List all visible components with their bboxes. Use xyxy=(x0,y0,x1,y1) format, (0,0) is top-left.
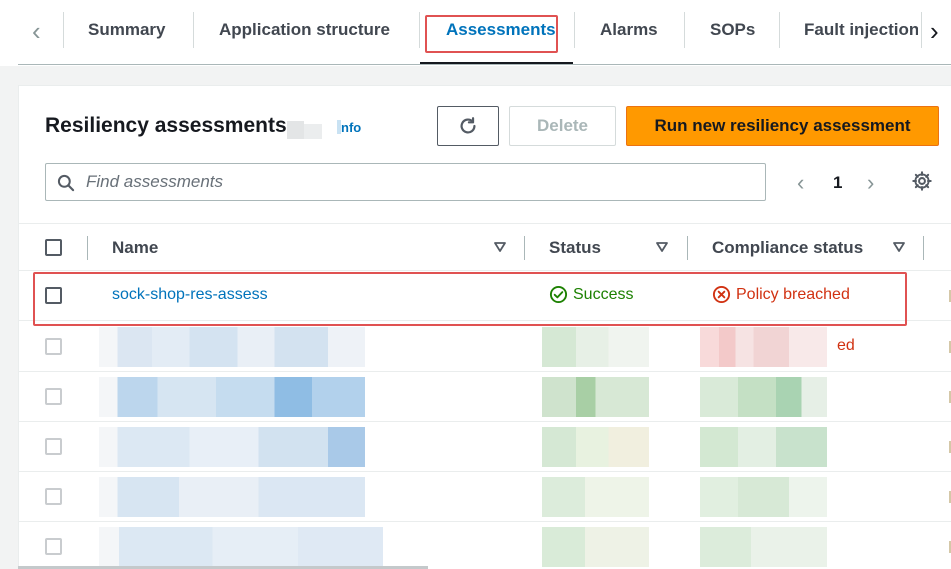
table-row xyxy=(19,472,951,522)
row-checkbox[interactable] xyxy=(45,438,62,455)
redacted-count xyxy=(287,121,304,139)
tab-separator xyxy=(779,12,780,48)
tab-bar-divider xyxy=(18,64,951,65)
page-number[interactable]: 1 xyxy=(833,173,842,193)
tab-separator xyxy=(419,12,420,48)
redacted-status xyxy=(542,327,649,367)
column-separator[interactable] xyxy=(524,236,525,260)
redacted-name xyxy=(99,427,365,467)
redacted-name xyxy=(99,477,365,517)
redacted-count xyxy=(304,124,322,139)
redacted-status xyxy=(542,377,649,417)
assessments-panel: Resiliency assessments nfo Delete Run ne… xyxy=(18,85,951,569)
run-new-assessment-button[interactable]: Run new resiliency assessment xyxy=(626,106,939,146)
refresh-icon xyxy=(460,117,476,134)
tab-application-structure[interactable]: Application structure xyxy=(219,20,390,40)
row-checkbox[interactable] xyxy=(45,388,62,405)
table-row: ed xyxy=(19,322,951,372)
redacted-name xyxy=(99,527,383,567)
tab-alarms[interactable]: Alarms xyxy=(600,20,658,40)
gear-icon[interactable] xyxy=(911,170,933,192)
search-input[interactable] xyxy=(86,164,756,200)
tab-summary[interactable]: Summary xyxy=(88,20,165,40)
redacted-name xyxy=(99,377,365,417)
row-checkbox[interactable] xyxy=(45,538,62,555)
table-row xyxy=(19,422,951,472)
redacted-status xyxy=(542,427,649,467)
tab-separator xyxy=(193,12,194,48)
tabs-scroll-right-icon[interactable]: › xyxy=(930,18,939,44)
info-link[interactable]: nfo xyxy=(341,120,361,135)
tab-separator xyxy=(921,12,922,48)
column-header-status[interactable]: Status xyxy=(549,238,601,258)
redacted-compliance xyxy=(700,327,827,367)
redacted-compliance xyxy=(700,477,827,517)
assessments-tab-highlight xyxy=(425,15,558,53)
row-highlight xyxy=(33,272,907,326)
sort-down-icon[interactable] xyxy=(656,242,668,252)
tab-separator xyxy=(63,12,64,48)
table-row xyxy=(19,372,951,422)
refresh-button[interactable] xyxy=(437,106,499,146)
column-separator xyxy=(87,236,88,260)
tab-sops[interactable]: SOPs xyxy=(710,20,755,40)
redacted-compliance xyxy=(700,527,827,567)
column-header-name[interactable]: Name xyxy=(112,238,158,258)
sort-down-icon[interactable] xyxy=(893,242,905,252)
delete-button[interactable]: Delete xyxy=(509,106,616,146)
sort-down-icon[interactable] xyxy=(494,242,506,252)
column-header-compliance-status[interactable]: Compliance status xyxy=(712,238,863,258)
redacted-compliance xyxy=(700,377,827,417)
previous-page-icon[interactable]: ‹ xyxy=(797,170,804,196)
table-row xyxy=(19,522,951,569)
tab-separator xyxy=(574,12,575,48)
redacted-name xyxy=(99,327,365,367)
select-all-checkbox[interactable] xyxy=(45,239,62,256)
tab-fault-injection[interactable]: Fault injection xyxy=(804,20,918,40)
search-box[interactable] xyxy=(45,163,766,201)
tab-bar: ‹ Summary Application structure Assessme… xyxy=(0,0,951,66)
tabs-scroll-left-icon[interactable]: ‹ xyxy=(32,18,41,44)
column-separator[interactable] xyxy=(687,236,688,260)
redacted-compliance xyxy=(700,427,827,467)
page-title: Resiliency assessments xyxy=(45,114,287,137)
row-checkbox[interactable] xyxy=(45,338,62,355)
tab-separator xyxy=(684,12,685,48)
table-header: Name Status Compliance status xyxy=(19,223,951,271)
redacted-status xyxy=(542,477,649,517)
search-icon xyxy=(57,174,75,192)
row-checkbox[interactable] xyxy=(45,488,62,505)
next-page-icon[interactable]: › xyxy=(867,170,874,196)
column-separator[interactable] xyxy=(923,236,924,260)
redacted-status xyxy=(542,527,649,567)
compliance-partial-text: ed xyxy=(837,337,855,354)
